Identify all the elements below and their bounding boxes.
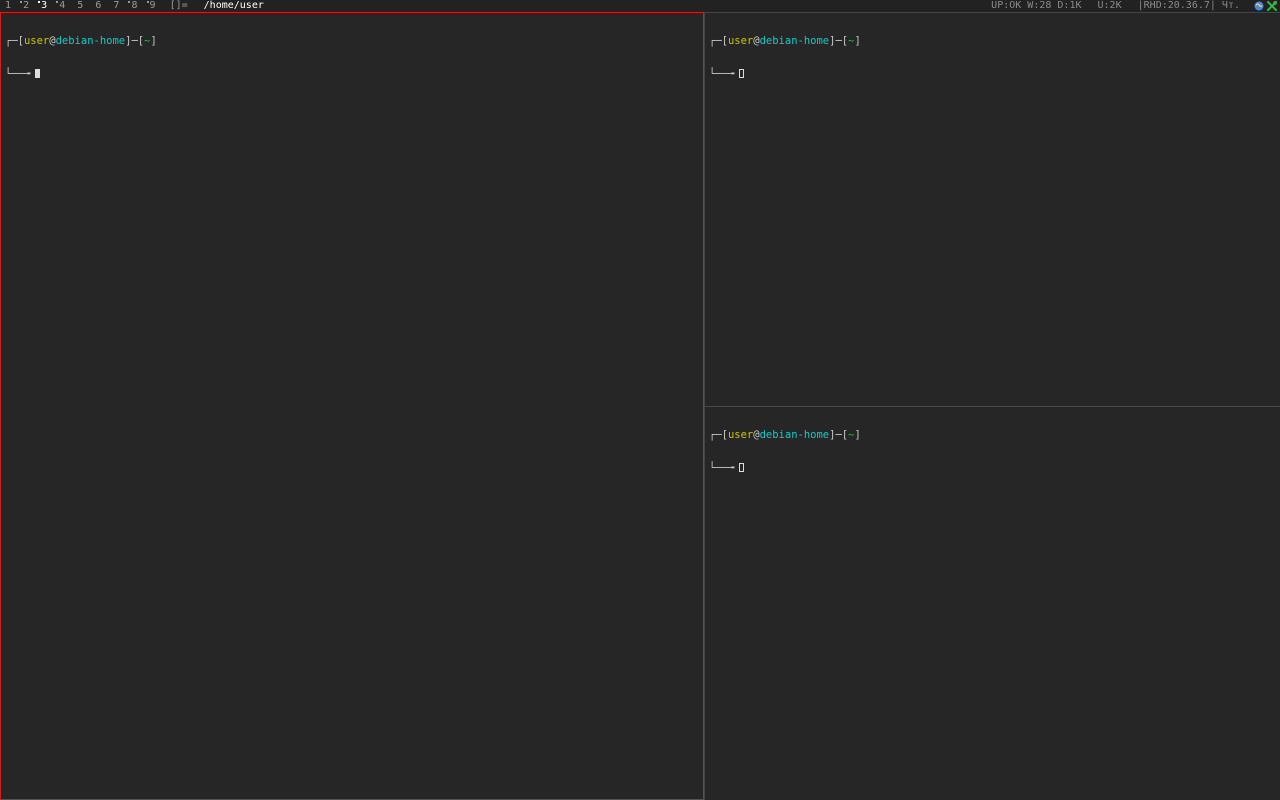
network-globe-icon[interactable]	[1254, 1, 1264, 11]
prompt-line-2: └──╼	[709, 69, 861, 80]
tools-icon[interactable]	[1267, 1, 1277, 11]
prompt-arrow: └──╼	[709, 462, 735, 474]
prompt-arrow: └──╼	[709, 68, 735, 80]
workspace-7[interactable]: 7	[113, 0, 119, 12]
terminal-window-bottom[interactable]: ┌─[user@debian-home]─[~] └──╼	[704, 406, 1280, 800]
workspace-8[interactable]: 8	[128, 0, 138, 12]
occupied-indicator	[146, 1, 149, 3]
bar-left: 1 2 3 4 5 6 7 8 9 []= /home/user	[5, 0, 264, 12]
text-cursor	[35, 69, 41, 78]
uptime-status: UP:OK W:28 D:1K	[991, 0, 1082, 11]
prompt-line-2: └──╼	[709, 463, 861, 474]
workspace-4[interactable]: 4	[56, 0, 66, 12]
prompt-frame: ┌─[	[709, 429, 728, 441]
prompt-frame: ]	[150, 35, 157, 47]
prompt-host: debian-home	[55, 35, 126, 47]
occupied-indicator	[56, 1, 59, 3]
workspace-2[interactable]: 2	[20, 0, 30, 12]
workspace-label: 1	[5, 0, 12, 11]
terminal-content: ┌─[user@debian-home]─[~] └──╼	[5, 14, 157, 102]
workspace-label: 6	[95, 0, 102, 11]
prompt-frame: ]	[854, 35, 861, 47]
status-text: UP:OK W:28 D:1K U:2K |RHD:20.36.7| Чт.	[981, 0, 1240, 12]
terminal-window-top[interactable]: ┌─[user@debian-home]─[~] └──╼	[704, 12, 1280, 406]
prompt-user: user	[727, 429, 754, 441]
occupied-indicator	[38, 1, 41, 3]
clock: |RHD:20.36.7| Чт.	[1137, 0, 1240, 11]
prompt-line-2: └──╼	[5, 69, 157, 80]
workspace-3[interactable]: 3	[38, 0, 48, 12]
prompt-arrow: └──╼	[5, 68, 31, 80]
upload-status: U:2K	[1097, 0, 1122, 11]
workspace-label: 4	[59, 0, 66, 11]
prompt-frame: ]─[	[125, 35, 145, 47]
terminal-content: ┌─[user@debian-home]─[~] └──╼	[709, 14, 861, 102]
status-bar: 1 2 3 4 5 6 7 8 9 []= /home/user UP:OK W…	[0, 0, 1280, 12]
occupied-indicator	[20, 1, 23, 3]
text-cursor	[739, 69, 745, 78]
prompt-frame: ]─[	[829, 35, 849, 47]
text-cursor	[739, 463, 745, 472]
workspace-1[interactable]: 1	[5, 0, 11, 12]
workspace-9[interactable]: 9	[146, 0, 156, 12]
prompt-user: user	[727, 35, 754, 47]
prompt-frame: ]	[854, 429, 861, 441]
terminal-content: ┌─[user@debian-home]─[~] └──╼	[709, 408, 861, 496]
workspace-label: 3	[41, 0, 48, 11]
workspace-label: 9	[149, 0, 156, 11]
prompt-line-1: ┌─[user@debian-home]─[~]	[709, 430, 861, 441]
prompt-host: debian-home	[759, 429, 830, 441]
prompt-frame: ┌─[	[709, 35, 728, 47]
window-title: /home/user	[203, 0, 264, 11]
prompt-line-1: ┌─[user@debian-home]─[~]	[5, 36, 157, 47]
workspace-6[interactable]: 6	[95, 0, 101, 12]
occupied-indicator	[128, 1, 131, 3]
workspace-label: 2	[23, 0, 30, 11]
prompt-line-1: ┌─[user@debian-home]─[~]	[709, 36, 861, 47]
workspace-label: 8	[131, 0, 138, 11]
prompt-frame: ]─[	[829, 429, 849, 441]
prompt-frame: ┌─[	[5, 35, 24, 47]
workspace-label: 7	[113, 0, 120, 11]
layout-symbol[interactable]: []=	[170, 0, 188, 12]
prompt-user: user	[23, 35, 50, 47]
terminal-window-main[interactable]: ┌─[user@debian-home]─[~] └──╼	[0, 12, 704, 800]
workspace-5[interactable]: 5	[77, 0, 83, 12]
prompt-host: debian-home	[759, 35, 830, 47]
workspace-label: 5	[77, 0, 84, 11]
